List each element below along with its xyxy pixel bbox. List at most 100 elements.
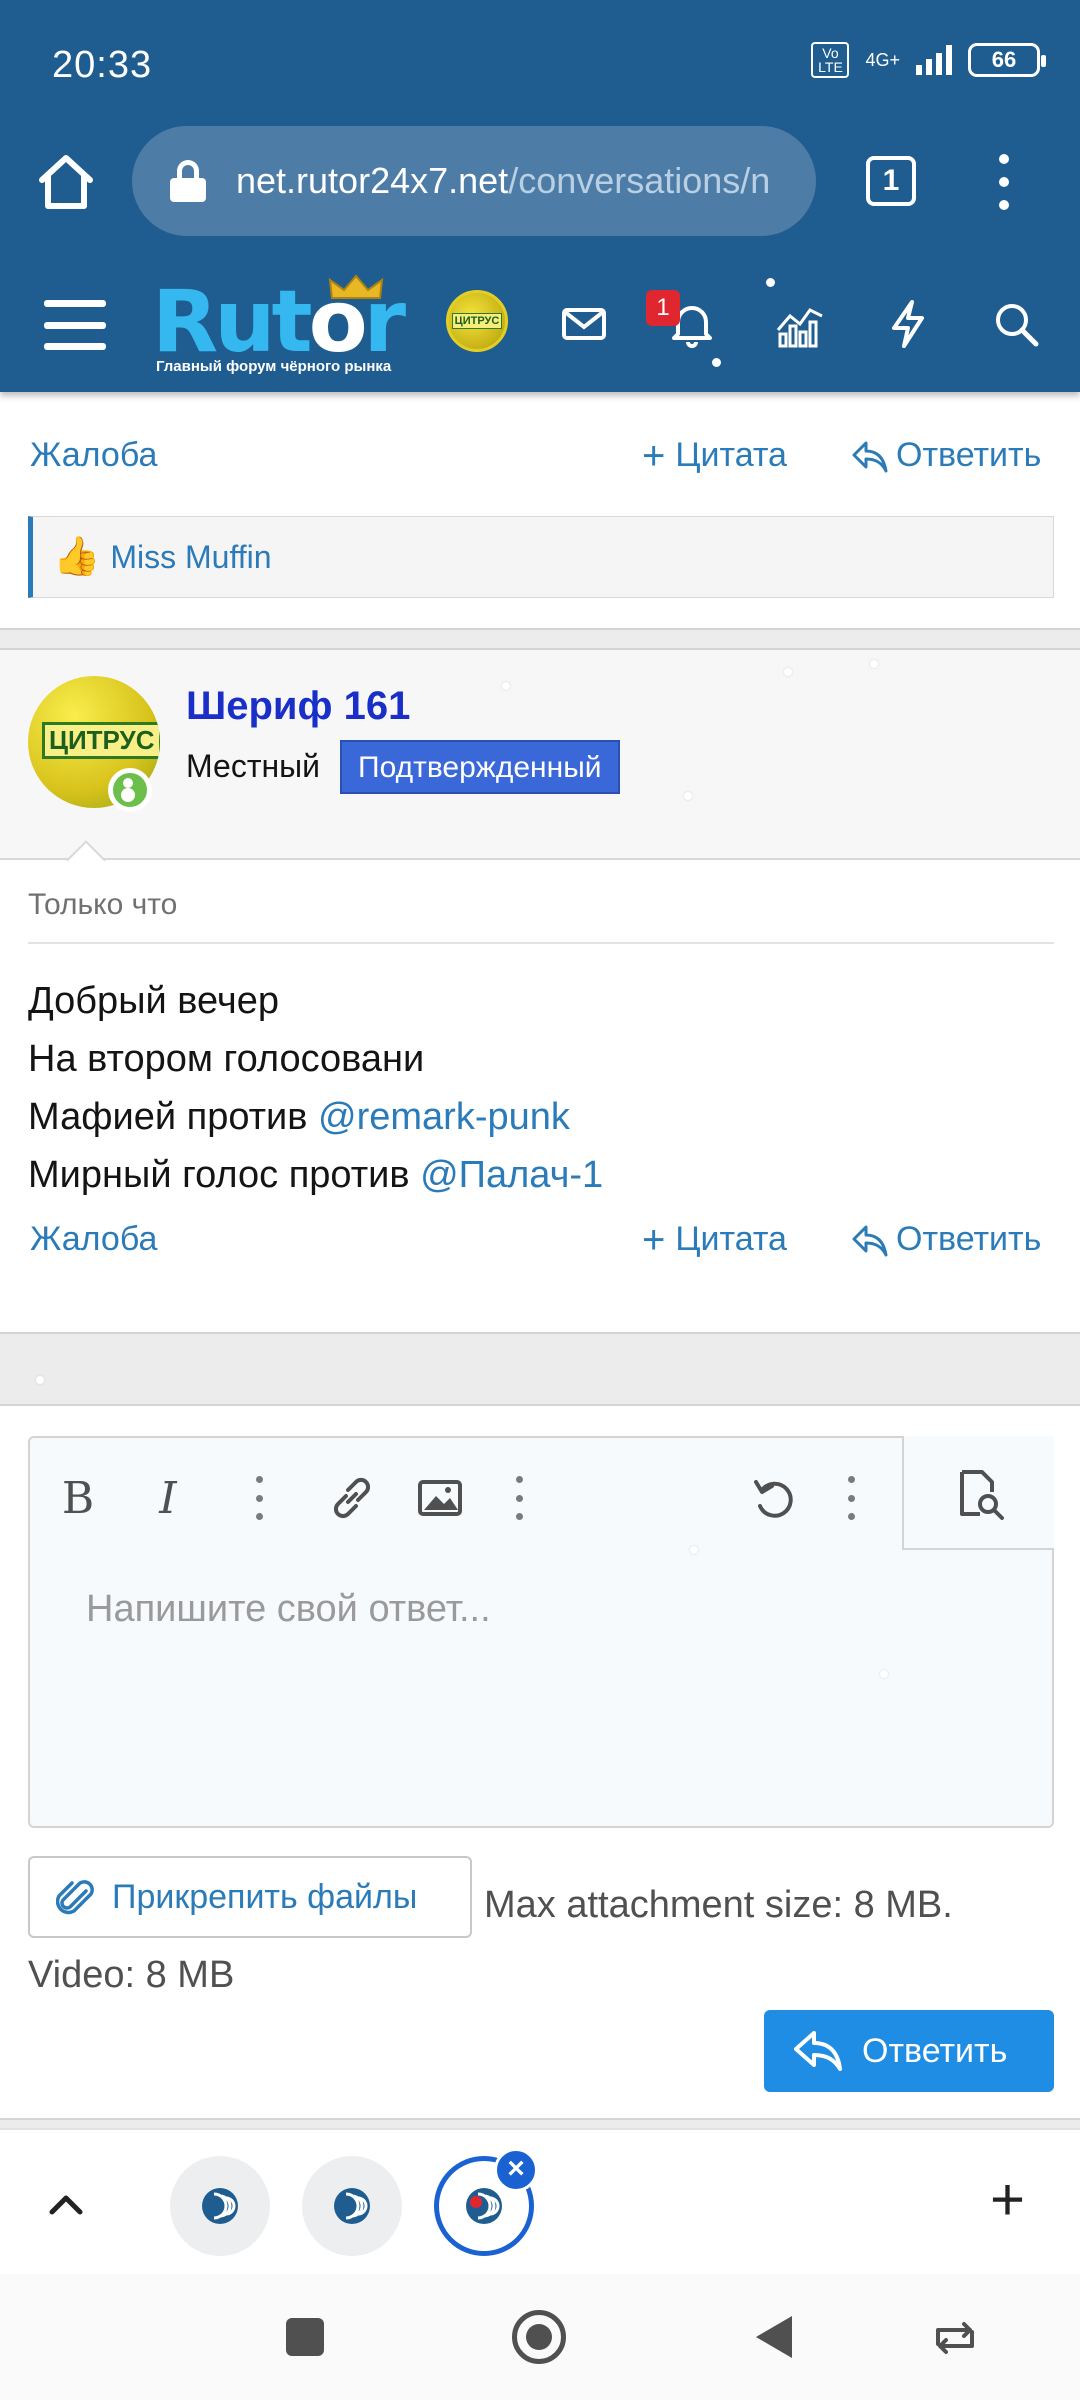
volte-icon: Vo LTE [811, 42, 850, 78]
attach-files-label: Прикрепить файлы [112, 1877, 418, 1916]
logo-tagline: Главный форум чёрного рынка [156, 358, 392, 375]
reply-icon [852, 1225, 888, 1256]
reply-link[interactable]: Ответить [850, 1220, 1041, 1259]
crown-icon [328, 274, 384, 299]
post-actions: Жалоба + Цитата Ответить [0, 1204, 1080, 1274]
back-nav-icon[interactable] [752, 2312, 796, 2362]
online-status-icon [108, 768, 152, 812]
close-tab-icon[interactable]: × [494, 2148, 538, 2192]
snowflake-dot [712, 358, 721, 367]
notification-count-badge: 1 [646, 290, 680, 326]
verified-badge: Подтвержденный [340, 740, 620, 794]
reply-label: Ответить [896, 1220, 1042, 1258]
system-navigation-bar [0, 2274, 1080, 2400]
paperclip-icon [56, 1880, 94, 1915]
divider [28, 942, 1054, 944]
more-format-icon[interactable] [254, 1476, 264, 1520]
quote-label: Цитата [675, 436, 787, 474]
post-line: На втором голосовани [28, 1038, 425, 1080]
snowflake-dot [784, 668, 792, 676]
site-favicon-icon [202, 2188, 238, 2224]
mail-icon[interactable] [556, 296, 612, 352]
address-bar[interactable]: net.rutor24x7.net/conversations/n [132, 126, 816, 236]
menu-icon[interactable] [44, 300, 106, 350]
url-host: net.rutor24x7.net [236, 160, 509, 201]
lightning-icon[interactable] [880, 296, 936, 352]
battery-level: 66 [991, 47, 1017, 72]
stats-icon[interactable] [772, 296, 828, 352]
network-type: 4G+ [865, 50, 900, 70]
author-pointer [66, 840, 106, 880]
attach-files-button[interactable]: Прикрепить файлы [28, 1856, 472, 1938]
preview-icon [960, 1470, 1004, 1520]
submit-reply-button[interactable]: Ответить [764, 2010, 1054, 2092]
reply-editor[interactable]: B I Напишите свой ответ... [28, 1436, 1054, 1828]
mention-link[interactable]: @remark-punk [318, 1096, 570, 1138]
recent-apps-icon[interactable] [286, 2318, 324, 2356]
home-icon[interactable] [34, 150, 98, 214]
post-author-block: ЦИТРУС Шериф 161 Местный Подтвержденный [0, 650, 1080, 880]
prev-post-actions: Жалоба + Цитата Ответить [0, 420, 1080, 490]
snowflake-dot [36, 1376, 44, 1384]
italic-button[interactable]: I [148, 1468, 188, 1528]
post-body: Добрый вечер На втором голосовани Мафией… [28, 972, 603, 1204]
status-time: 20:33 [52, 44, 153, 86]
reply-link[interactable]: Ответить [850, 436, 1041, 475]
status-bar: 20:33 Vo LTE 4G+ 66 [0, 0, 1080, 120]
quote-label: Цитата [675, 1220, 787, 1258]
reply-label: Ответить [896, 436, 1042, 474]
tab-strip: × + [0, 2128, 1080, 2274]
snowflake-dot [880, 1670, 888, 1678]
submit-reply-label: Ответить [862, 2031, 1008, 2070]
plus-icon: + [642, 433, 666, 478]
reply-icon [794, 2031, 842, 2071]
preview-toggle[interactable] [902, 1436, 1054, 1550]
snowflake-dot [870, 660, 878, 668]
reactions-bar[interactable]: 👍 Miss Muffin [28, 516, 1054, 598]
tab-switcher-button[interactable]: 1 [866, 156, 916, 206]
image-icon[interactable] [414, 1468, 466, 1528]
more-insert-icon[interactable] [514, 1476, 524, 1520]
snowflake-dot [684, 792, 692, 800]
lock-icon [170, 160, 206, 202]
plus-icon: + [642, 1217, 666, 1262]
editor-separator [0, 1332, 1080, 1406]
post-line: Мирный голос против @Палач-1 [28, 1154, 604, 1196]
forum-header: Rutor Главный форум чёрного рынка ЦИТРУС… [0, 260, 1080, 392]
signal-icon [916, 45, 952, 75]
thumbs-up-icon: 👍 [53, 536, 101, 578]
avatar-label: ЦИТРУС [42, 722, 160, 759]
search-icon[interactable] [988, 296, 1044, 352]
quote-link[interactable]: + Цитата [642, 433, 787, 478]
author-name[interactable]: Шериф 161 [186, 684, 410, 729]
snowflake-dot [766, 278, 775, 287]
report-link[interactable]: Жалоба [30, 436, 157, 475]
battery-icon: 66 [968, 43, 1046, 77]
report-link[interactable]: Жалоба [30, 1220, 157, 1259]
post-line: Добрый вечер [28, 980, 279, 1022]
chevron-up-icon[interactable] [44, 2182, 88, 2226]
editor-placeholder: Напишите свой ответ... [86, 1588, 491, 1630]
tab-thumbnail[interactable] [170, 2156, 270, 2256]
site-logo[interactable]: Rutor Главный форум чёрного рынка [152, 274, 432, 378]
post-separator [0, 628, 1080, 650]
undo-icon[interactable] [748, 1468, 800, 1528]
rotate-icon[interactable] [930, 2318, 980, 2358]
bold-button[interactable]: B [58, 1468, 98, 1528]
link-icon[interactable] [326, 1468, 378, 1528]
citrus-badge-text: ЦИТРУС [451, 313, 503, 329]
home-nav-icon[interactable] [512, 2310, 566, 2364]
tab-thumbnail[interactable] [302, 2156, 402, 2256]
browser-menu-icon[interactable] [994, 154, 1014, 210]
more-actions-icon[interactable] [846, 1476, 856, 1520]
new-tab-icon[interactable]: + [990, 2170, 1025, 2230]
reaction-user[interactable]: Miss Muffin [110, 539, 271, 576]
browser-toolbar: net.rutor24x7.net/conversations/n 1 [0, 120, 1080, 260]
citrus-badge[interactable]: ЦИТРУС [446, 290, 508, 352]
post-timestamp[interactable]: Только что [28, 888, 177, 922]
quote-link[interactable]: + Цитата [642, 1217, 787, 1262]
mention-link[interactable]: @Палач-1 [420, 1154, 603, 1196]
site-favicon-icon [334, 2188, 370, 2224]
reply-icon [852, 441, 888, 472]
post-line: Мафией против @remark-punk [28, 1096, 570, 1138]
